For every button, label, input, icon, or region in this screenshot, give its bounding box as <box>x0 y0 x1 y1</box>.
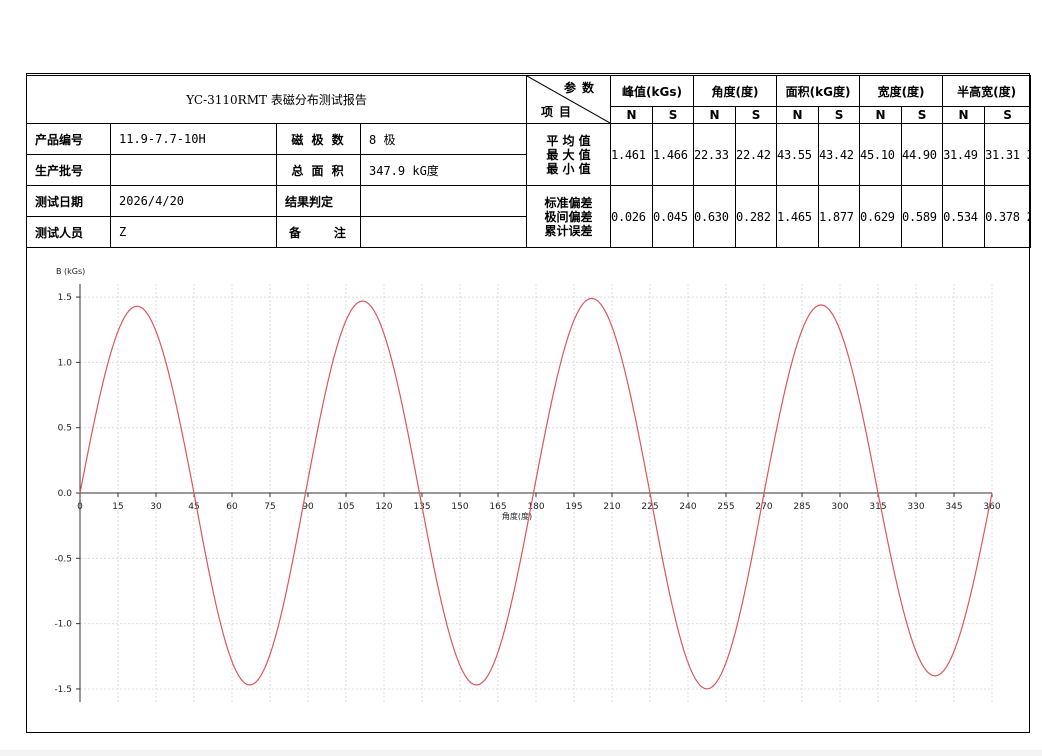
note-value <box>359 216 528 248</box>
x-axis-title: 角度(度) <box>502 511 532 521</box>
angle-s-group1: 22.42 22.61 22.01 <box>735 123 778 186</box>
pole-count-label: 磁 极 数 <box>276 123 361 155</box>
x-tick-label: 360 <box>983 502 1000 512</box>
area-n-group1: 43.55 44.82 41.69 <box>776 123 820 186</box>
angle-n-group2: 0.630 7.118 <box>693 185 737 248</box>
group1-labels: 平 均 值 最 大 值 最 小 值 <box>526 123 612 186</box>
angle-s-header: S <box>735 106 778 124</box>
corner-item-label: 项目 <box>541 105 578 119</box>
test-date-value: 2026/4/20 <box>110 185 277 217</box>
report-title: YC-3110RMT 表磁分布测试报告 <box>25 75 528 124</box>
half-width-n-group2: 0.534 3.902 <box>942 185 986 248</box>
x-tick-label: 240 <box>679 502 696 512</box>
result-value <box>359 185 528 217</box>
angle-s-group2: 0.282 2.726 <box>735 185 778 248</box>
width-n-header: N <box>859 106 903 124</box>
batch-label: 生产批号 <box>26 154 111 186</box>
width-s-group2: 0.589 2.976 <box>901 185 944 248</box>
y-tick-label: -1.0 <box>54 620 72 630</box>
tester-label: 测试人员 <box>26 216 111 248</box>
total-area-value: 347.9 kG度 <box>359 154 528 186</box>
x-tick-label: 255 <box>717 502 734 512</box>
x-tick-label: 210 <box>603 502 620 512</box>
x-tick-label: 105 <box>337 502 354 512</box>
col-peak: 峰值(kGs) <box>610 75 695 107</box>
col-area: 面积(kG度) <box>776 75 861 107</box>
half-width-s-header: S <box>984 106 1032 124</box>
x-tick-label: 60 <box>226 502 238 512</box>
area-s-group2: 1.877 10.77 <box>818 185 861 248</box>
peak-n-header: N <box>610 106 654 124</box>
half-width-n-header: N <box>942 106 986 124</box>
y-tick-label: 1.0 <box>58 358 73 368</box>
area-s-group1: 43.42 45.23 40.83 <box>818 123 861 186</box>
area-n-group2: 1.465 7.526 <box>776 185 820 248</box>
x-tick-label: 150 <box>451 502 468 512</box>
x-tick-label: 0 <box>77 502 83 512</box>
col-width: 宽度(度) <box>859 75 944 107</box>
report-header-table: YC-3110RMT 表磁分布测试报告 参数 项目 峰值(kGs) 角度(度) … <box>25 75 1032 248</box>
pole-count-value: 8 极 <box>359 123 528 155</box>
col-half-width: 半高宽(度) <box>942 75 1032 107</box>
total-area-label: 总 面 积 <box>276 154 361 186</box>
y-tick-label: -0.5 <box>54 554 72 564</box>
half-width-s-group2: 0.378 2.545 <box>984 185 1032 248</box>
x-tick-label: 270 <box>755 502 772 512</box>
y-tick-label: 0.5 <box>58 424 72 434</box>
x-tick-label: 225 <box>641 502 658 512</box>
angle-n-group1: 22.33 23.14 21.60 <box>693 123 737 186</box>
angle-n-header: N <box>693 106 737 124</box>
corner-cell: 参数 项目 <box>526 75 612 124</box>
x-tick-label: 45 <box>188 502 199 512</box>
x-tick-label: 315 <box>869 502 886 512</box>
area-n-header: N <box>776 106 820 124</box>
width-n-group1: 45.10 45.60 44.21 <box>859 123 903 186</box>
peak-s-group2: 0.045 0.106 7.598 <box>652 185 695 248</box>
x-tick-label: 165 <box>489 502 506 512</box>
product-no-label: 产品编号 <box>26 123 111 155</box>
peak-n-group1: 1.461 1.487 1.430 <box>610 123 654 186</box>
peak-s-group1: 1.466 1.508 1.402 <box>652 123 695 186</box>
col-angle: 角度(度) <box>693 75 778 107</box>
x-tick-label: 285 <box>793 502 810 512</box>
width-s-group1: 44.90 45.41 44.10 <box>901 123 944 186</box>
half-width-n-group1: 31.49 31.95 30.75 <box>942 123 986 186</box>
corner-param-label: 参数 <box>564 81 601 95</box>
x-tick-label: 15 <box>112 502 123 512</box>
x-tick-label: 75 <box>264 502 275 512</box>
field-distribution-chart: -1.5-1.0-0.50.00.51.01.50 15 30 45 60 75 90 105… <box>54 267 1001 702</box>
y-tick-label: 1.5 <box>58 293 72 303</box>
group2-labels: 标准偏差 极间偏差 累计误差 <box>526 185 612 248</box>
x-tick-label: 345 <box>945 502 962 512</box>
area-s-header: S <box>818 106 861 124</box>
x-tick-label: 30 <box>150 502 162 512</box>
peak-s-header: S <box>652 106 695 124</box>
note-label: 备 注 <box>276 216 361 248</box>
half-width-s-group1: 31.31 31.72 30.94 <box>984 123 1032 186</box>
y-tick-label: 0.0 <box>58 489 73 499</box>
x-tick-label: 300 <box>831 502 848 512</box>
width-n-group2: 0.629 3.138 <box>859 185 903 248</box>
result-label: 结果判定 <box>276 185 361 217</box>
y-tick-label: -1.5 <box>54 685 72 695</box>
product-no-value: 11.9-7.7-10H <box>110 123 277 155</box>
x-tick-label: 120 <box>375 502 392 512</box>
x-tick-label: 330 <box>907 502 924 512</box>
y-axis-title: B (kGs) <box>56 267 85 276</box>
test-date-label: 测试日期 <box>26 185 111 217</box>
x-tick-label: 195 <box>565 502 582 512</box>
tester-value: Z <box>110 216 277 248</box>
peak-n-group2: 0.026 0.048 3.988 <box>610 185 654 248</box>
batch-value <box>110 154 277 186</box>
width-s-header: S <box>901 106 944 124</box>
